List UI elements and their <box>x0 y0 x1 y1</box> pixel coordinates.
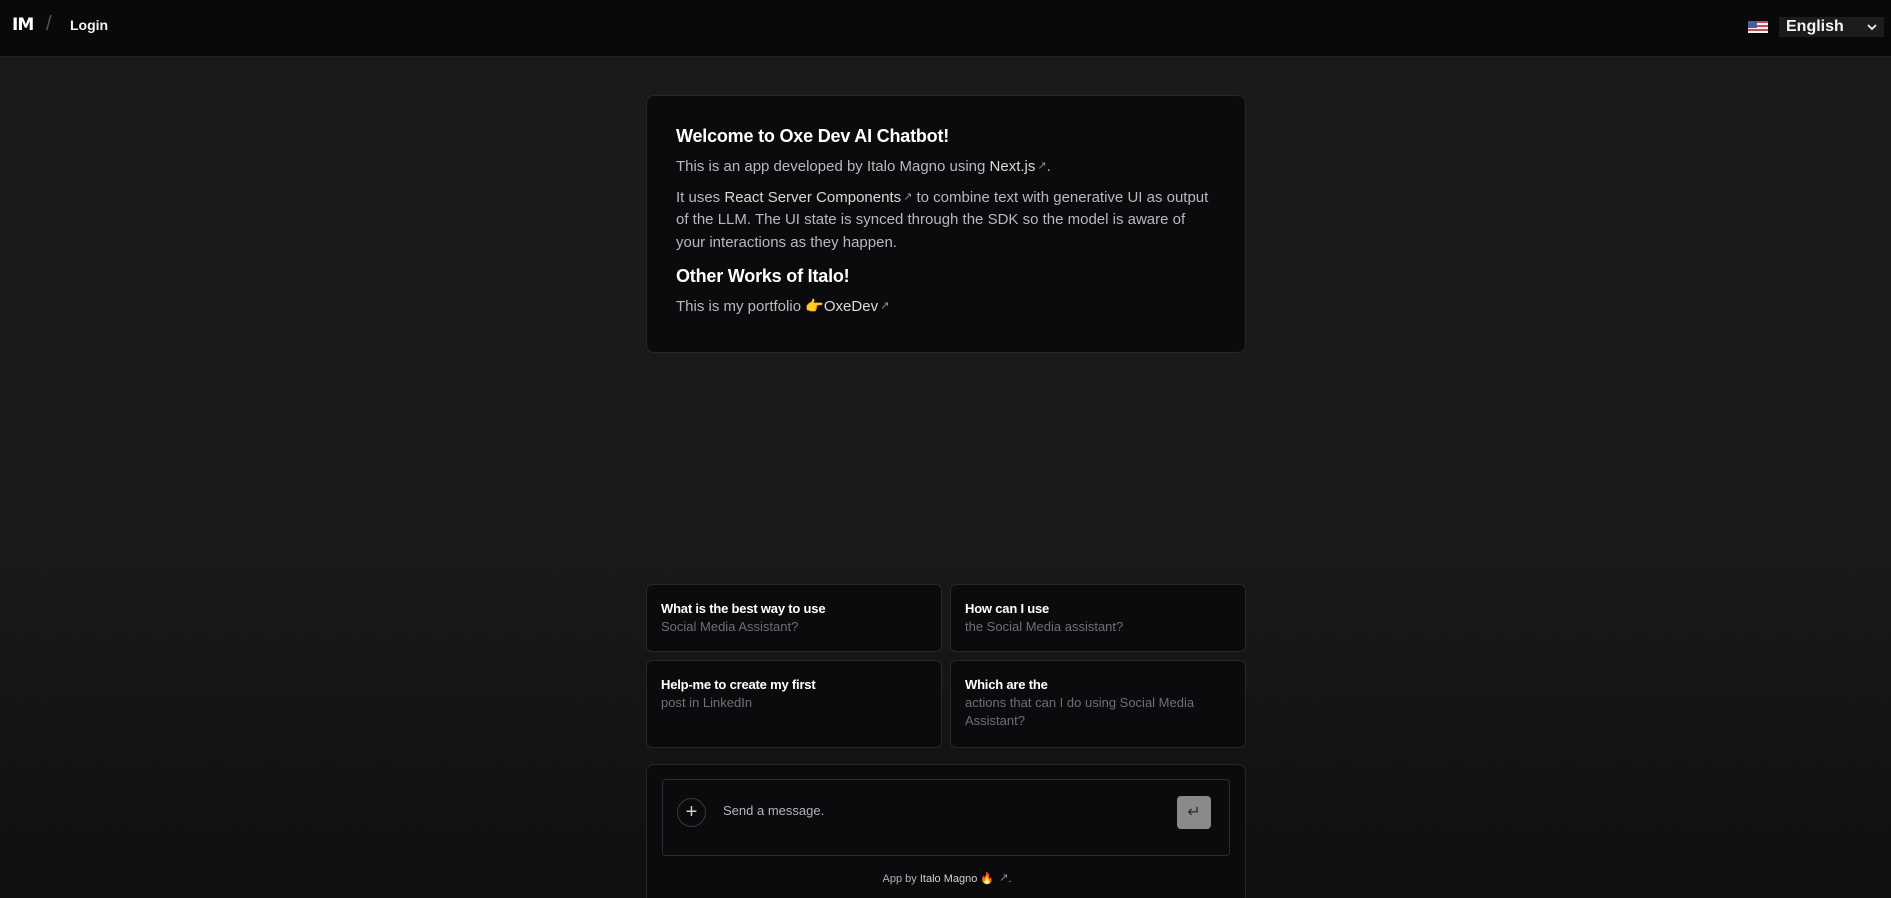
footer-suffix: . <box>1008 873 1012 885</box>
footer-prefix: App by <box>882 873 920 885</box>
welcome-intro: This is an app developed by Italo Magno … <box>676 156 1216 179</box>
external-link-icon: ↗ <box>999 872 1009 884</box>
rsc-link-label: React Server Components <box>724 188 902 206</box>
message-input[interactable] <box>723 800 1163 820</box>
us-flag-icon <box>1748 21 1768 33</box>
suggestion-card[interactable]: Which are the actions that can I do usin… <box>950 660 1246 748</box>
intro-suffix: . <box>1046 158 1051 175</box>
suggestion-heading: Which are the <box>965 677 1048 692</box>
chat-composer: + ↵ App by Italo Magno 🔥 ↗. <box>646 764 1246 898</box>
other-works-title: Other Works of Italo! <box>676 266 850 286</box>
chevron-down-icon <box>1867 24 1877 31</box>
external-link-icon: ↗ <box>1037 160 1047 172</box>
language-selected-value: English <box>1786 18 1844 35</box>
login-link[interactable]: Login <box>70 17 108 33</box>
breadcrumb-separator: / <box>46 13 52 35</box>
suggestion-card[interactable]: Help-me to create my first post in Linke… <box>646 660 942 748</box>
external-link-icon: ↗ <box>880 300 890 312</box>
welcome-title: Welcome to Oxe Dev AI Chatbot! <box>676 126 950 146</box>
intro-prefix: This is an app developed by Italo Magno … <box>676 158 990 175</box>
oxedev-link-label: OxeDev <box>823 298 879 315</box>
portfolio-prefix: This is my portfolio 👉 <box>676 298 824 315</box>
message-input-box: + ↵ <box>662 779 1230 856</box>
welcome-card: Welcome to Oxe Dev AI Chatbot! This is a… <box>646 95 1246 353</box>
suggestion-subtext: post in LinkedIn <box>661 695 753 710</box>
im-logo[interactable]: IM <box>12 15 34 35</box>
top-navbar: IM / Login English <box>0 0 1891 57</box>
author-name: Italo Magno 🔥 <box>919 873 995 885</box>
suggestion-card[interactable]: What is the best way to use Social Media… <box>646 584 942 652</box>
author-link[interactable]: Italo Magno 🔥 ↗ <box>919 872 1009 885</box>
rsc-link[interactable]: React Server Components ↗ <box>724 189 912 206</box>
new-chat-plus-button[interactable]: + <box>677 798 706 827</box>
suggestion-heading: Help-me to create my first <box>661 677 816 692</box>
footer-credit: App by Italo Magno 🔥 ↗. <box>647 872 1247 885</box>
external-link-icon: ↗ <box>903 190 913 203</box>
send-button[interactable]: ↵ <box>1177 796 1211 829</box>
rsc-prefix: It uses <box>676 188 725 206</box>
nextjs-link[interactable]: Next.js ↗ <box>990 158 1047 175</box>
suggestion-heading: How can I use <box>965 601 1050 616</box>
suggestion-heading: What is the best way to use <box>661 601 826 616</box>
language-selector[interactable]: English <box>1748 17 1884 37</box>
oxedev-link[interactable]: OxeDev ↗ <box>824 298 889 315</box>
suggestion-subtext: actions that can I do using Social Media… <box>965 695 1195 728</box>
language-select[interactable]: English <box>1779 17 1884 37</box>
portfolio-paragraph: This is my portfolio 👉OxeDev ↗ <box>676 296 1216 319</box>
suggestion-subtext: Social Media Assistant? <box>661 619 799 634</box>
nextjs-link-label: Next.js <box>989 158 1036 175</box>
suggestion-card[interactable]: How can I use the Social Media assistant… <box>950 584 1246 652</box>
suggestion-subtext: the Social Media assistant? <box>965 619 1124 634</box>
welcome-rsc-paragraph: It uses React Server Components ↗ to comb… <box>676 187 1216 255</box>
